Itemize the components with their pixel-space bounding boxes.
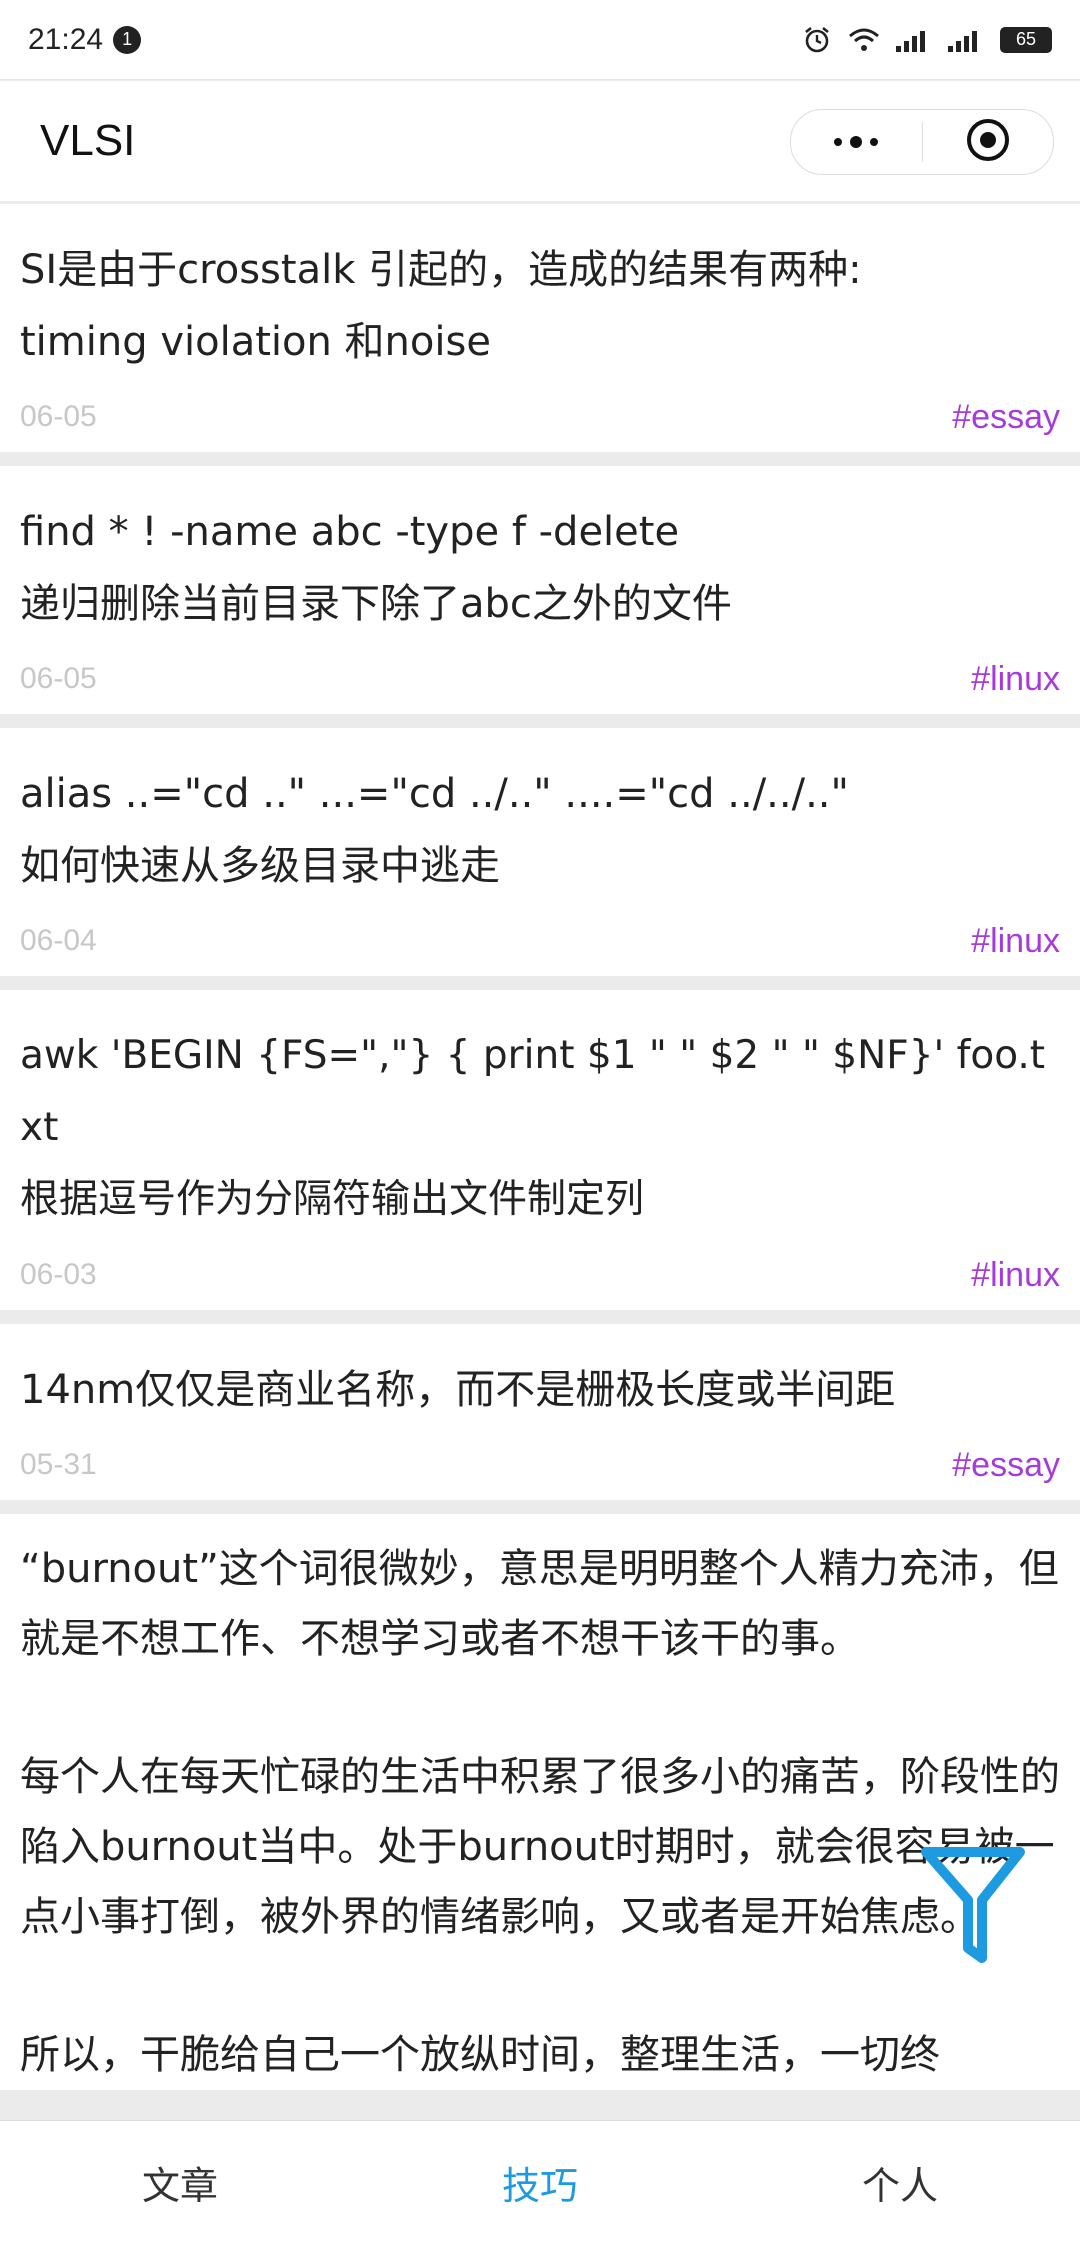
status-icons: 65 [802,25,1052,55]
tip-text: 14nm仅仅是商业名称，而不是栅极长度或半间距 [20,1367,896,1413]
tip-card[interactable]: 14nm仅仅是商业名称，而不是栅极长度或半间距 05-31 #essay [0,1324,1080,1500]
tip-card[interactable]: SI是由于crosstalk 引起的，造成的结果有两种: timing viol… [0,204,1080,452]
mini-program-capsule [790,109,1054,175]
tip-tag[interactable]: #linux [971,922,1060,961]
status-time: 21:24 [28,22,104,56]
signal-icon [896,28,932,52]
tips-feed[interactable]: SI是由于crosstalk 引起的，造成的结果有两种: timing viol… [0,204,1080,2104]
bottom-tab-bar: 文章 技巧 个人 [0,2120,1080,2243]
tip-tag[interactable]: #linux [971,660,1060,699]
alarm-icon [802,25,832,55]
tip-paragraph: 所以，干脆给自己一个放纵时间，整理生活，一切终 [20,2032,940,2078]
tip-text: SI是由于crosstalk 引起的，造成的结果有两种: timing viol… [20,247,862,365]
tip-card[interactable]: find * ! -name abc -type f -delete 递归删除当… [0,466,1080,714]
tip-tag[interactable]: #essay [952,398,1060,437]
tip-date: 06-04 [20,924,97,957]
tab-tips[interactable]: 技巧 [360,2155,720,2210]
signal-icon [948,28,984,52]
battery-indicator: 65 [1000,26,1052,53]
tab-profile[interactable]: 个人 [720,2155,1080,2210]
tip-text: alias ..="cd .." ...="cd ../.." ....="cd… [20,771,849,889]
tip-text: find * ! -name abc -type f -delete 递归删除当… [20,509,732,627]
page-title: VLSI [40,116,136,165]
tip-date: 06-05 [20,662,97,695]
tip-tag[interactable]: #linux [971,1256,1060,1295]
nav-bar: VLSI [0,81,1080,201]
notification-badge: 1 [113,25,142,54]
tip-text: awk 'BEGIN {FS=","} { print $1 " " $2 " … [20,1033,1046,1222]
tab-articles[interactable]: 文章 [0,2155,360,2210]
more-dots-icon [834,136,879,148]
more-button[interactable] [791,110,922,174]
tip-date: 06-03 [20,1258,97,1291]
tip-card[interactable]: awk 'BEGIN {FS=","} { print $1 " " $2 " … [0,990,1080,1310]
filter-button[interactable] [918,1840,1028,1970]
tip-paragraph: “burnout”这个词很微妙，意思是明明整个人精力充沛，但就是不想工作、不想学… [20,1546,1059,1662]
wifi-icon [848,27,880,53]
filter-funnel-icon [918,1847,1028,1974]
tip-card[interactable]: alias ..="cd .." ...="cd ../.." ....="cd… [0,728,1080,976]
status-bar: 21:24 1 65 [0,0,1080,80]
tip-date: 05-31 [20,1448,97,1481]
tip-date: 06-05 [20,400,97,433]
tip-paragraph: 每个人在每天忙碌的生活中积累了很多小的痛苦，阶段性的陷入burnout当中。处于… [20,1754,1060,1940]
close-mini-program-button[interactable] [923,110,1054,174]
tip-card[interactable]: “burnout”这个词很微妙，意思是明明整个人精力充沛，但就是不想工作、不想学… [0,1514,1080,2090]
target-circle-icon [965,117,1011,167]
tip-tag[interactable]: #essay [952,1446,1060,1485]
